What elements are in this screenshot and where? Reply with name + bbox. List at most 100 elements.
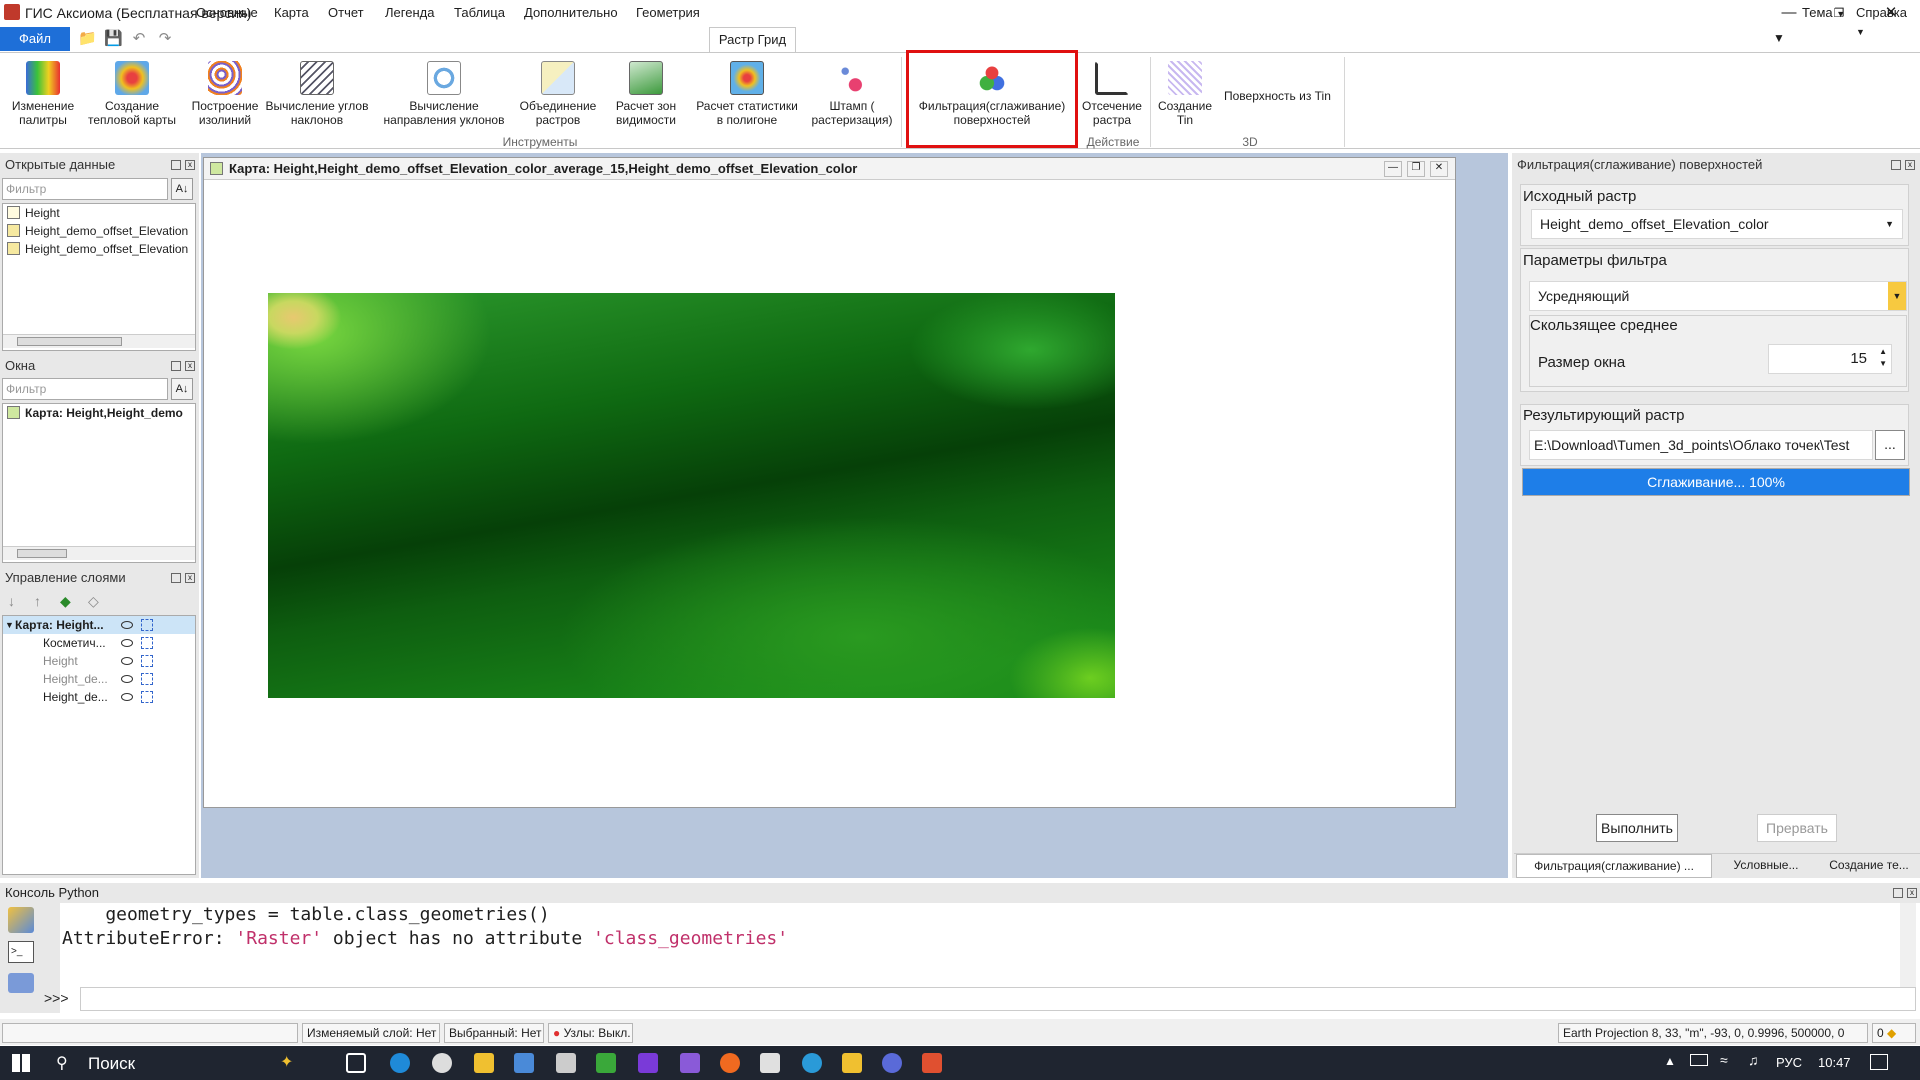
close-panel-icon[interactable]: x (185, 361, 195, 371)
horizontal-scrollbar[interactable] (3, 334, 195, 348)
surface-from-tin-button[interactable]: Поверхность из Tin (1224, 89, 1331, 103)
close-panel-icon[interactable]: x (185, 160, 195, 170)
select-icon[interactable] (141, 619, 153, 631)
taskbar-search[interactable]: Поиск (88, 1054, 135, 1074)
open-icon[interactable]: 📁 (78, 30, 97, 48)
tray-expand-icon[interactable]: ▲ (1664, 1054, 1676, 1068)
select-icon[interactable] (141, 691, 153, 703)
explorer-icon[interactable] (474, 1053, 494, 1073)
result-path-input[interactable]: E:\Download\Tumen_3d_points\Облако точек… (1529, 430, 1873, 460)
layers-icon[interactable]: ◇ (88, 593, 99, 610)
tab-conditional[interactable]: Условные... (1718, 854, 1814, 878)
pin-icon[interactable] (1893, 888, 1903, 898)
telegram-icon[interactable] (802, 1053, 822, 1073)
clock[interactable]: 10:47 (1818, 1055, 1851, 1070)
add-layer-icon[interactable]: ◆ (60, 593, 71, 610)
run-script-icon[interactable] (8, 973, 34, 993)
start-icon[interactable] (12, 1054, 30, 1072)
app-icon[interactable] (882, 1053, 902, 1073)
sort-icon[interactable]: A↓ (171, 378, 193, 400)
eye-icon[interactable] (121, 693, 133, 701)
slope-direction-button[interactable]: Вычисление направления уклонов (380, 61, 508, 127)
browse-button[interactable]: ... (1875, 430, 1905, 460)
status-notifications[interactable]: 0 ◆ (1872, 1023, 1916, 1043)
search-icon[interactable]: ⚲ (56, 1053, 68, 1073)
visual-studio-icon[interactable] (680, 1053, 700, 1073)
eye-icon[interactable] (121, 639, 133, 647)
volume-icon[interactable]: ♫ (1748, 1052, 1759, 1068)
abort-button[interactable]: Прервать (1757, 814, 1837, 842)
close-panel-icon[interactable]: x (1907, 888, 1917, 898)
move-up-icon[interactable]: ↑ (34, 593, 41, 609)
tab-create[interactable]: Создание те... (1820, 854, 1918, 878)
sort-icon[interactable]: A↓ (171, 178, 193, 200)
tab-table[interactable]: Таблица (446, 4, 513, 24)
vertical-scrollbar[interactable] (1900, 903, 1916, 987)
app-icon[interactable] (760, 1053, 780, 1073)
status-projection[interactable]: Earth Projection 8, 33, "m", -93, 0, 0.9… (1558, 1023, 1868, 1043)
eye-icon[interactable] (121, 675, 133, 683)
filter-type-combo[interactable]: Усредняющий ▼ (1529, 281, 1907, 311)
pycharm-icon[interactable] (842, 1053, 862, 1073)
tab-report[interactable]: Отчет (320, 4, 372, 24)
language-indicator[interactable]: РУС (1776, 1055, 1802, 1070)
list-item[interactable]: Карта: Height,Height_demo (3, 404, 195, 422)
minimize-icon[interactable]: — (1384, 161, 1402, 177)
tab-map[interactable]: Карта (266, 4, 317, 24)
tab-additional[interactable]: Дополнительно (516, 4, 626, 24)
create-tin-button[interactable]: Создание Tin (1154, 61, 1216, 127)
stamp-rasterization-button[interactable]: Штамп ( растеризация) (806, 61, 898, 127)
merge-rasters-button[interactable]: Объединение растров (512, 61, 604, 127)
slope-angles-button[interactable]: Вычисление углов наклонов (264, 61, 370, 127)
rider-icon[interactable] (638, 1053, 658, 1073)
layer-root[interactable]: ▼ Карта: Height... (3, 616, 195, 634)
undo-icon[interactable]: ↶ (130, 30, 148, 48)
status-nodes[interactable]: ● Узлы: Выкл. (548, 1023, 633, 1043)
list-item[interactable]: Height_demo_offset_Elevation (3, 222, 195, 240)
theme-menu[interactable]: Тема ▼ (1794, 4, 1853, 24)
chrome-icon[interactable] (432, 1053, 452, 1073)
edge-icon[interactable] (390, 1053, 410, 1073)
change-palette-button[interactable]: Изменение палитры (4, 61, 82, 127)
redo-icon[interactable]: ↷ (156, 30, 174, 48)
visibility-zones-button[interactable]: Расчет зон видимости (606, 61, 686, 127)
select-icon[interactable] (141, 637, 153, 649)
tab-filter[interactable]: Фильтрация(сглаживание) ... (1516, 854, 1712, 878)
select-icon[interactable] (141, 673, 153, 685)
save-icon[interactable]: 💾 (104, 30, 123, 48)
polygon-statistics-button[interactable]: Расчет статистики в полигоне (690, 61, 804, 127)
close-icon[interactable]: ✕ (1430, 161, 1448, 177)
pin-icon[interactable] (171, 160, 181, 170)
axioma-icon[interactable] (922, 1053, 942, 1073)
layer-item[interactable]: Height_de... (3, 688, 195, 706)
notifications-icon[interactable] (1870, 1054, 1888, 1070)
tab-legend[interactable]: Легенда (377, 4, 442, 24)
task-view-icon[interactable] (346, 1053, 366, 1073)
window-size-spinner[interactable]: 15 ▲ ▼ (1768, 344, 1892, 374)
console-input[interactable] (80, 987, 1916, 1011)
run-button[interactable]: Выполнить (1596, 814, 1678, 842)
tab-main[interactable]: Основные (188, 4, 266, 24)
wifi-icon[interactable]: ≈ (1720, 1052, 1728, 1068)
spinner-arrows-icon[interactable]: ▲ ▼ (1879, 346, 1887, 370)
firefox-icon[interactable] (720, 1053, 740, 1073)
clear-icon[interactable] (8, 907, 34, 933)
status-selected[interactable]: Выбранный: Нет (444, 1023, 544, 1043)
close-panel-icon[interactable]: x (1905, 160, 1915, 170)
elevation-raster[interactable] (268, 293, 1115, 698)
pin-icon[interactable] (1891, 160, 1901, 170)
layer-item[interactable]: Косметич... (3, 634, 195, 652)
pin-icon[interactable] (171, 573, 181, 583)
pin-icon[interactable] (171, 361, 181, 371)
list-item[interactable]: Height_demo_offset_Elevation (3, 240, 195, 258)
app-icon[interactable] (596, 1053, 616, 1073)
open-data-filter[interactable]: Фильтр (2, 178, 168, 200)
build-isolines-button[interactable]: Построение изолиний (186, 61, 264, 127)
ribbon-collapse-icon[interactable]: ▼ (1773, 31, 1785, 45)
clip-raster-button[interactable]: Отсечение растра (1078, 61, 1146, 127)
source-raster-combo[interactable]: Height_demo_offset_Elevation_color ▼ (1531, 209, 1903, 239)
move-down-icon[interactable]: ↓ (8, 593, 15, 609)
status-edit-layer[interactable]: Изменяемый слой: Нет (302, 1023, 440, 1043)
layer-item[interactable]: Height (3, 652, 195, 670)
create-heatmap-button[interactable]: Создание тепловой карты (86, 61, 178, 127)
